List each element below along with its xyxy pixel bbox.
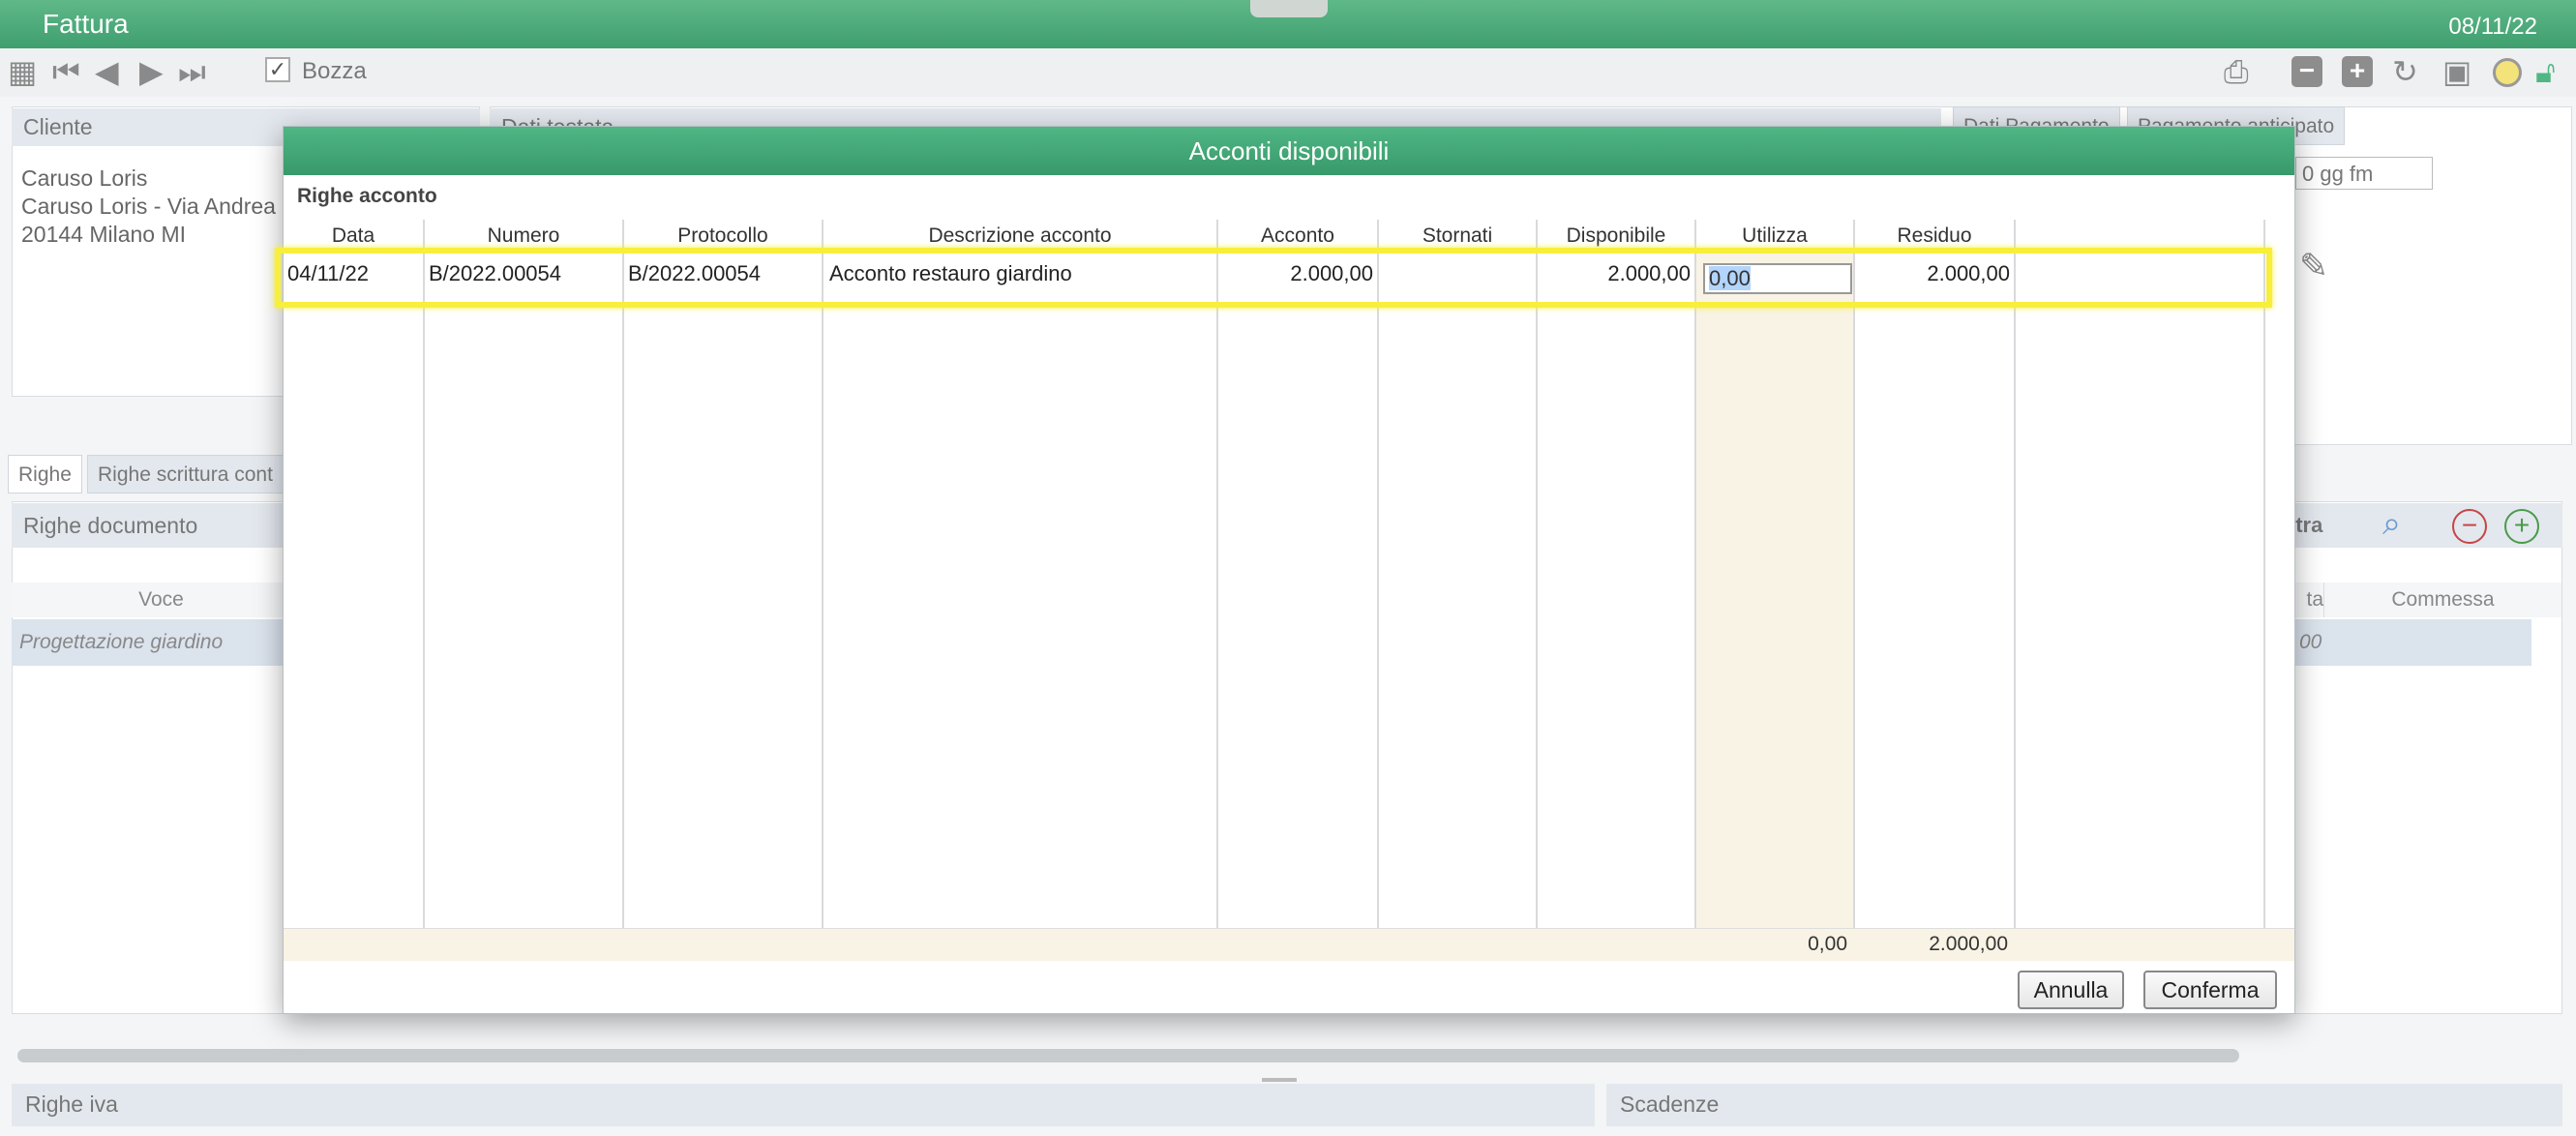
horizontal-scrollbar[interactable] bbox=[17, 1049, 2239, 1062]
remove-record-icon[interactable]: − bbox=[2291, 56, 2322, 87]
cliente-line: 20144 Milano MI bbox=[21, 222, 187, 247]
last-record-icon[interactable]: ⏭ bbox=[178, 54, 206, 89]
tab-righe-scrittura-cont[interactable]: Righe scrittura cont bbox=[87, 455, 284, 493]
tab-righe[interactable]: Righe bbox=[8, 455, 82, 493]
totals-row: 0,00 2.000,00 bbox=[284, 928, 2294, 961]
splitter-handle[interactable] bbox=[1262, 1078, 1297, 1082]
grid-column bbox=[1218, 220, 1379, 928]
table-list-icon[interactable]: ▦ bbox=[8, 54, 37, 89]
conferma-button[interactable]: Conferma bbox=[2143, 971, 2277, 1009]
bozza-checkbox[interactable]: ✓ bbox=[265, 57, 290, 82]
utilizza-input[interactable]: 0,00 bbox=[1703, 263, 1852, 294]
cliente-address: Caruso Loris Caruso Loris - Via Andrea 2… bbox=[21, 164, 276, 249]
bozza-label: Bozza bbox=[302, 58, 367, 84]
previous-record-icon[interactable]: ◀ bbox=[95, 54, 119, 89]
grid-column bbox=[425, 220, 624, 928]
grid-column bbox=[1855, 220, 2016, 928]
righe-acconto-label: Righe acconto bbox=[297, 185, 437, 207]
edit-pencil-icon[interactable]: ✎ bbox=[2299, 246, 2328, 286]
grid-column bbox=[2016, 220, 2265, 928]
window-titlebar: Fattura 08/11/22 bbox=[0, 0, 2576, 48]
grid-column bbox=[1696, 220, 1855, 928]
window-date: 08/11/22 bbox=[2448, 14, 2537, 40]
first-record-icon[interactable]: ⏮ bbox=[52, 54, 80, 89]
acconti-grid: Data Numero Protocollo Descrizione accon… bbox=[284, 220, 2294, 928]
print-icon[interactable]: ⎙ bbox=[2224, 54, 2249, 89]
search-icon[interactable]: ⌕ bbox=[2382, 505, 2401, 543]
grid-column bbox=[824, 220, 1218, 928]
cliente-line: Caruso Loris - Via Andrea bbox=[21, 194, 276, 219]
grid-column bbox=[1538, 220, 1696, 928]
remove-row-icon[interactable]: − bbox=[2452, 509, 2487, 544]
unlock-icon[interactable]: 🔓︎ bbox=[2535, 54, 2556, 89]
utilizza-value: 0,00 bbox=[1709, 266, 1751, 290]
window-title: Fattura bbox=[43, 9, 129, 39]
grid-column bbox=[624, 220, 824, 928]
save-icon[interactable]: ▣ bbox=[2442, 54, 2471, 89]
dialog-title: Acconti disponibili bbox=[284, 127, 2294, 175]
annulla-button[interactable]: Annulla bbox=[2018, 971, 2124, 1009]
scadenze-header[interactable]: Scadenze bbox=[1606, 1084, 2562, 1126]
grid-column bbox=[1379, 220, 1538, 928]
toolbar bbox=[0, 48, 2576, 97]
col-header-commessa[interactable]: Commessa bbox=[2324, 583, 2562, 617]
row-highlight bbox=[275, 248, 2272, 308]
cliente-line: Caruso Loris bbox=[21, 165, 148, 191]
next-record-icon[interactable]: ▶ bbox=[139, 54, 164, 89]
status-indicator-icon[interactable] bbox=[2493, 58, 2522, 87]
total-utilizza: 0,00 bbox=[1808, 933, 1847, 955]
add-record-icon[interactable]: + bbox=[2342, 56, 2373, 87]
grid-column bbox=[284, 220, 425, 928]
righe-iva-header[interactable]: Righe iva bbox=[12, 1084, 1595, 1126]
refresh-icon[interactable]: ↻ bbox=[2392, 54, 2418, 89]
add-row-icon[interactable]: + bbox=[2504, 509, 2539, 544]
total-residuo: 2.000,00 bbox=[1929, 933, 2008, 955]
drag-handle[interactable] bbox=[1250, 0, 1328, 17]
row-partial-value: 00 bbox=[2299, 631, 2322, 653]
termini-pagamento-field[interactable]: 0 gg fm bbox=[2295, 157, 2433, 190]
col-header-voce[interactable]: Voce bbox=[12, 583, 312, 617]
row-voce: Progettazione giardino bbox=[19, 631, 224, 653]
